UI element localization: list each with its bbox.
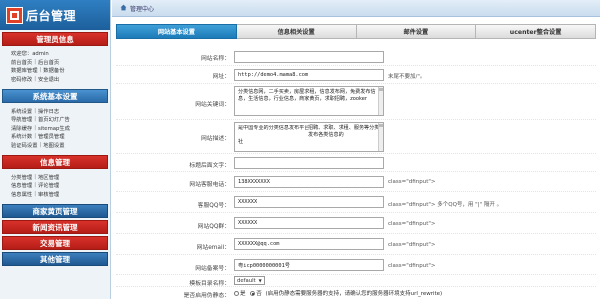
link-map-settings[interactable]: 地图设置 (43, 141, 64, 149)
link-nav-manage[interactable]: 导航管理 (11, 115, 32, 123)
breadcrumb: 管理中心 (130, 5, 155, 13)
label-qq: 客服QQ号： (197, 203, 230, 209)
static-hint: (启用伪静态需要服务器的支持，请确认您的服务器环境支持url_rewrite) (265, 291, 443, 297)
email-hint: class="dfinput"> (388, 242, 436, 248)
welcome-text: 欢迎您：admin (11, 51, 49, 58)
static-yes-label: 是 (240, 291, 246, 297)
section-title: 信息管理 (40, 157, 70, 167)
section-news[interactable]: 新闻资讯管理 (2, 220, 108, 235)
link-front-home[interactable]: 前台首页 (11, 58, 32, 66)
section-system-settings[interactable]: 系统基本设置 (2, 89, 108, 104)
link-db-backup[interactable]: 数据备份 (43, 66, 64, 74)
tab-ucenter-settings[interactable]: ucenter整合设置 (476, 24, 596, 39)
link-region[interactable]: 地区管理 (38, 173, 59, 181)
site-url-hint: 末尾不要加/"。 (388, 74, 426, 80)
section-title: 系统基本设置 (32, 91, 78, 101)
label-email: 网站email： (196, 245, 230, 251)
email-input[interactable]: XXXXXX@qq.com (234, 238, 384, 250)
topbar: 管理中心 (112, 0, 600, 17)
section-trade[interactable]: 交易管理 (2, 236, 108, 251)
logo: 后台管理 (0, 0, 110, 30)
label-description: 网站描述： (201, 136, 230, 142)
link-logout[interactable]: 安全退出 (38, 75, 59, 83)
keywords-text: 分类信息网，二手买卖，房屋求租，信息发布网，免费发布信息，生活信息，行业信息，商… (238, 89, 376, 102)
site-url-input[interactable]: http://demo4.mama8.com (234, 69, 384, 81)
link-db-manage[interactable]: 数据库管理 (11, 66, 38, 74)
keywords-scrollbar[interactable] (378, 87, 383, 115)
link-system-settings[interactable]: 系统设置 (11, 107, 32, 115)
link-admin-home[interactable]: 后台首页 (38, 58, 59, 66)
site-name-input[interactable] (234, 51, 384, 63)
qq-group-hint: class="dfinput"> (388, 221, 436, 227)
section-info-manage[interactable]: 信息管理 (2, 155, 108, 170)
section-title: 其他管理 (40, 254, 70, 264)
section-title: 管理员信息 (36, 34, 74, 44)
icp-hint: class="dfinput"> (388, 263, 436, 269)
label-site-url: 网址： (212, 74, 230, 80)
label-keywords: 网站关键词： (195, 102, 230, 108)
description-text-line2: 社 (238, 139, 244, 145)
label-template: 模板目录名称： (189, 281, 230, 287)
section-title: 商家黄页管理 (32, 206, 78, 216)
phone-input[interactable]: 138XXXXXXX (234, 176, 384, 188)
tab-info-settings[interactable]: 信息相关设置 (236, 24, 357, 39)
phone-hint: class="dfinput"> (388, 179, 436, 185)
label-site-name: 网站名称： (201, 56, 230, 62)
link-change-password[interactable]: 密码修改 (11, 75, 32, 83)
static-radio-no[interactable] (250, 291, 256, 296)
link-admin-manage[interactable]: 管理员管理 (38, 132, 65, 140)
link-captcha[interactable]: 验证码设置 (11, 141, 38, 149)
label-static: 是否启用伪静态： (183, 293, 230, 299)
main-panel: 管理中心 网站基本设置 信息相关设置 邮件设置 ucenter整合设置 网站名称… (112, 0, 600, 299)
description-scrollbar[interactable] (378, 123, 383, 151)
link-info-manage[interactable]: 信息管理 (11, 181, 32, 189)
sidebar: 后台管理 管理员信息 欢迎您：admin 前台首页 | 后台首页 数据库管理 | 数据备… (0, 0, 111, 299)
section-info-links: 分类管理 | 地区管理 信息管理 | 评论管理 信息属性 | 审核管理 (11, 173, 60, 198)
description-text-left: 是中国专业的分类信息发布平台，免费发布 (238, 125, 308, 131)
link-clear-cache[interactable]: 清除缓存 (11, 124, 32, 132)
link-info-attr[interactable]: 信息属性 (11, 190, 32, 198)
home-icon (120, 4, 127, 13)
section-admin-info[interactable]: 管理员信息 (2, 32, 108, 46)
label-title-suffix: 标题后面文字： (189, 163, 230, 169)
qq-hint: class="dfinput"> 多个QQ号，用 "|" 隔开 。 (388, 202, 503, 208)
description-textarea[interactable]: 是中国专业的分类信息发布平台，免费发布 招聘、求职、求租、服务等分类发布各类信息… (234, 122, 384, 152)
chevron-down-icon: ▼ (258, 278, 262, 283)
app-title: 后台管理 (26, 8, 77, 23)
static-no-label: 否 (256, 291, 262, 297)
link-sitemap[interactable]: sitemap生成 (38, 124, 70, 132)
section-system-links: 系统设置 | 操作日志 导航管理 | 首页幻灯广告 清除缓存 | sitemap生成 系统计… (11, 107, 70, 150)
section-other[interactable]: 其他管理 (2, 252, 108, 267)
link-operation-log[interactable]: 操作日志 (38, 107, 59, 115)
section-business[interactable]: 商家黄页管理 (2, 204, 108, 219)
keywords-textarea[interactable]: 分类信息网，二手买卖，房屋求租，信息发布网，免费发布信息，生活信息，行业信息，商… (234, 86, 384, 116)
label-qq-group: 网站QQ群： (197, 224, 230, 230)
link-category[interactable]: 分类管理 (11, 173, 32, 181)
logo-icon (6, 6, 23, 24)
label-icp: 网站备案号： (195, 266, 230, 272)
section-admin-links: 欢迎您：admin 前台首页 | 后台首页 数据库管理 | 数据备份 密码修改 | 安全退出 (11, 51, 65, 84)
tab-basic-settings[interactable]: 网站基本设置 (116, 24, 237, 39)
section-title: 新闻资讯管理 (32, 222, 78, 232)
title-suffix-input[interactable] (234, 157, 384, 169)
static-radio-yes[interactable] (234, 291, 239, 296)
section-title: 交易管理 (40, 238, 70, 248)
label-phone: 网站客服电话： (189, 182, 230, 188)
link-slide-ads[interactable]: 首页幻灯广告 (38, 115, 70, 123)
settings-tabs: 网站基本设置 信息相关设置 邮件设置 ucenter整合设置 (116, 24, 596, 39)
tab-mail-settings[interactable]: 邮件设置 (356, 24, 477, 39)
link-review[interactable]: 审核管理 (38, 190, 59, 198)
template-select[interactable]: default ▼ (234, 276, 265, 285)
qq-input[interactable]: XXXXXX (234, 196, 384, 208)
icp-input[interactable]: 粤icp0000000001号 (234, 259, 384, 271)
description-text-right: 招聘、求职、求租、服务等分类发布各类信息的 (308, 125, 380, 138)
link-stats[interactable]: 系统计数 (11, 132, 32, 140)
static-radio-group: 是 否 (启用伪静态需要服务器的支持，请确认您的服务器环境支持url_rewri… (234, 289, 442, 297)
link-comments[interactable]: 评论管理 (38, 181, 59, 189)
qq-group-input[interactable]: XXXXXX (234, 217, 384, 229)
template-select-value: default (237, 277, 256, 284)
